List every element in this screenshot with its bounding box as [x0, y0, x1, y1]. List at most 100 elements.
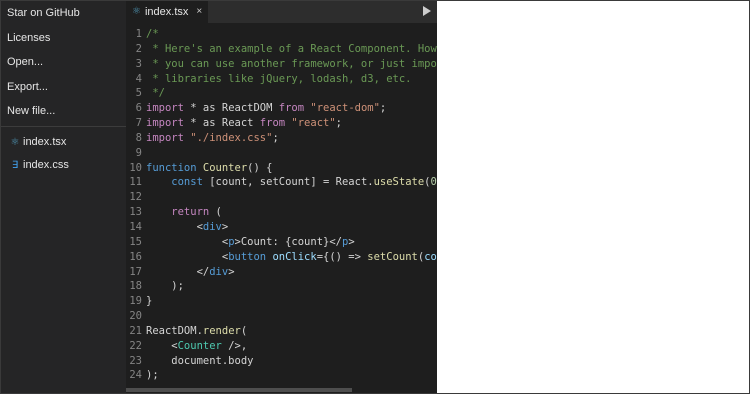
line-number: 6 — [135, 102, 142, 115]
code-line: 23 document.body — [126, 354, 437, 369]
code-text: > — [228, 265, 235, 278]
code-keyword: import — [146, 117, 184, 130]
code-tag: button — [228, 250, 267, 263]
code-line: 17 </div > — [126, 265, 437, 280]
code-text: />, — [221, 339, 248, 352]
code-text: * you can use another framework, or just… — [146, 57, 437, 70]
code-line: 20 — [126, 309, 437, 324]
code-keyword: function — [146, 161, 197, 174]
code-text: ); — [146, 369, 159, 382]
code-keyword: return — [146, 206, 210, 219]
code-line: 13 return ( — [126, 205, 437, 220]
code-line: 9 — [126, 146, 437, 161]
line-number: 2 — [135, 42, 142, 55]
star-on-github-link[interactable]: Star on GitHub — [1, 1, 126, 26]
code-keyword: const — [146, 176, 203, 189]
code-text: < — [146, 220, 203, 233]
line-number: 21 — [129, 324, 142, 337]
code-text: ; — [335, 117, 342, 130]
code-text: ( — [209, 206, 222, 219]
line-number: 20 — [129, 310, 142, 323]
line-number: 22 — [129, 339, 142, 352]
tab-label: index.tsx — [144, 6, 189, 18]
file-item-index-css[interactable]: ∃ index.css — [1, 154, 126, 177]
file-item-index-tsx[interactable]: ⚛ index.tsx — [1, 131, 126, 154]
line-number: 12 — [129, 191, 142, 204]
code-string: "react" — [285, 117, 336, 130]
run-icon[interactable] — [423, 6, 431, 16]
line-number: 15 — [129, 235, 142, 248]
tab-index-tsx[interactable]: ⚛ index.tsx × — [126, 1, 209, 23]
code-text: ReactDOM. — [146, 324, 203, 337]
line-number: 16 — [129, 250, 142, 263]
code-component: Counter — [177, 339, 222, 352]
code-line: 21 ReactDOM. render( — [126, 324, 437, 339]
code-text: * as ReactDOM — [183, 102, 279, 115]
code-line: 1 /* — [126, 27, 437, 42]
code-line: 5 */ — [126, 86, 437, 101]
code-text: * as React — [183, 117, 260, 130]
line-number: 10 — [129, 161, 142, 174]
code-area[interactable]: 1 /* 2 * Here's an example of a React Com… — [126, 27, 437, 383]
line-number: 3 — [135, 57, 142, 70]
code-text: < — [146, 339, 178, 352]
code-line: 19} — [126, 294, 437, 309]
sidebar-divider — [1, 125, 126, 127]
code-string: "react-dom" — [304, 102, 380, 115]
line-number: 1 — [135, 28, 142, 40]
line-number: 17 — [129, 265, 142, 278]
line-number: 13 — [129, 206, 142, 219]
tab-bar: ⚛ index.tsx × — [126, 1, 437, 23]
code-text: () { — [247, 161, 273, 174]
line-number: 18 — [129, 280, 142, 293]
open-button[interactable]: Open... — [1, 50, 126, 75]
line-number: 7 — [135, 117, 142, 130]
code-line: 22 < Counter />, — [126, 339, 437, 354]
line-number: 11 — [129, 176, 142, 189]
code-line: 14 < div > — [126, 220, 437, 235]
close-icon[interactable]: × — [196, 1, 202, 23]
code-keyword: from — [259, 117, 286, 130]
code-line: 3 * you can use another framework, or ju… — [126, 57, 437, 72]
code-text: * Here's an example of a React Component… — [146, 42, 437, 55]
horizontal-scrollbar[interactable] — [126, 388, 352, 392]
sidebar: Star on GitHub Licenses Open... Export..… — [1, 1, 126, 393]
code-text: ; — [272, 131, 279, 144]
export-button[interactable]: Export... — [1, 75, 126, 100]
line-number: 14 — [129, 220, 142, 233]
code-line: 6 import * as ReactDOM from "react-dom"; — [126, 101, 437, 116]
code-line: 4 * libraries like jQuery, lodash, d3, e… — [126, 72, 437, 87]
code-tag: div — [209, 265, 229, 278]
css-icon: ∃ — [11, 159, 19, 171]
new-file-button[interactable]: New file... — [1, 99, 126, 124]
code-function: useState — [373, 176, 425, 189]
code-line: 24); — [126, 368, 437, 383]
code-text: >Count: {count}</ — [234, 235, 342, 248]
react-icon: ⚛ — [10, 136, 20, 148]
code-text: </ — [146, 265, 210, 278]
code-text: < — [146, 235, 229, 248]
react-icon: ⚛ — [132, 6, 141, 17]
line-number: 24 — [129, 369, 142, 382]
code-line: 18 ); — [126, 279, 437, 294]
code-text: ); — [146, 280, 184, 293]
line-number: 8 — [135, 131, 142, 144]
code-text: /* — [146, 28, 159, 40]
code-editor[interactable]: ⚛ index.tsx × 1 /* 2 * Here's an example … — [126, 1, 437, 393]
code-text: > — [221, 220, 229, 233]
code-line: 12 — [126, 190, 437, 205]
file-name: index.css — [23, 158, 69, 171]
line-number: 5 — [135, 87, 142, 100]
code-line: 8 import "./index.css"; — [126, 131, 437, 146]
code-line: 2 * Here's an example of a React Compone… — [126, 42, 437, 57]
code-text: > — [348, 235, 355, 248]
licenses-link[interactable]: Licenses — [1, 26, 126, 51]
code-attribute: onClick — [266, 250, 317, 263]
code-line: 7 import * as React from "react"; — [126, 116, 437, 131]
code-text: ( — [240, 324, 248, 337]
code-function: setCount — [367, 250, 418, 263]
line-number: 23 — [129, 354, 142, 367]
code-line: 16 <button onClick={() => setCount(count… — [126, 250, 437, 265]
file-name: index.tsx — [23, 135, 67, 148]
code-text: ; — [379, 102, 387, 115]
